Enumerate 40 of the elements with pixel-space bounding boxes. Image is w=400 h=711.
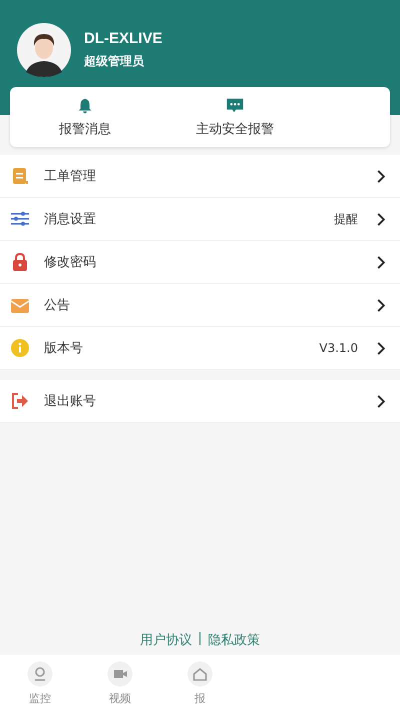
nav-tab[interactable]: 报 — [160, 655, 240, 711]
menu-label: 退出账号 — [44, 393, 97, 410]
chevron-right-icon — [376, 342, 386, 354]
menu-item[interactable]: 消息设置 提醒 — [0, 198, 400, 241]
quick-action-label[interactable]: 报警消息 — [59, 120, 111, 138]
logout-item[interactable]: 退出账号 — [0, 380, 400, 423]
menu-label: 修改密码 — [44, 254, 97, 271]
logout-icon — [10, 391, 30, 411]
user-agreement-link[interactable]: 用户协议 — [140, 631, 192, 649]
document-icon — [10, 166, 30, 186]
menu-label: 工单管理 — [44, 168, 97, 185]
user-name: DL-EXLIVE — [84, 30, 162, 47]
nav-tab[interactable]: 监控 — [0, 655, 80, 711]
info-icon — [10, 338, 30, 358]
location-pin-icon — [27, 660, 53, 686]
menu-label: 版本号 — [44, 340, 84, 357]
menu-item[interactable]: 修改密码 — [0, 241, 400, 284]
menu-value: 提醒 — [334, 210, 358, 228]
menu-value: V3.1.0 — [319, 341, 358, 355]
menu-item[interactable]: 公告 — [0, 284, 400, 327]
chevron-right-icon — [376, 256, 386, 268]
link-separator: | — [198, 631, 202, 648]
house-icon — [187, 660, 213, 686]
chevron-right-icon — [376, 394, 386, 408]
menu-label: 公告 — [44, 297, 71, 314]
lock-icon — [10, 252, 30, 272]
menu-label: 消息设置 — [44, 211, 97, 228]
chevron-right-icon — [376, 212, 386, 226]
chat-icon[interactable] — [225, 96, 245, 114]
nav-tab[interactable]: 视频 — [80, 655, 160, 711]
menu-item[interactable]: 版本号 V3.1.0 — [0, 327, 400, 370]
chevron-right-icon — [376, 298, 386, 312]
quick-action-label[interactable]: 主动安全报警 — [196, 120, 274, 138]
sliders-icon — [10, 209, 30, 229]
privacy-policy-link[interactable]: 隐私政策 — [208, 631, 260, 649]
user-role: 超级管理员 — [84, 53, 145, 70]
avatar-icon — [16, 22, 72, 78]
chevron-right-icon — [376, 170, 386, 182]
menu-item[interactable]: 工单管理 — [0, 155, 400, 198]
video-camera-icon — [107, 660, 133, 686]
